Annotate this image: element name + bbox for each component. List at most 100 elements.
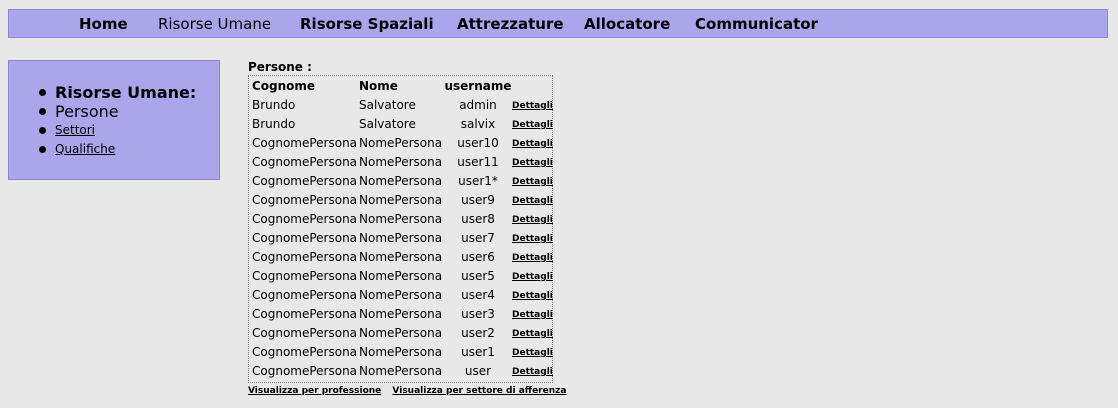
nav-risorse-umane[interactable]: Risorse Umane <box>158 15 271 33</box>
cell-username: user3 <box>461 307 495 321</box>
table-row: Brundo Salvatore admin Dettagli <box>249 96 553 116</box>
detail-link[interactable]: Dettagli <box>512 97 553 116</box>
table-row: CognomePersona NomePersona user8 Dettagli <box>249 210 553 230</box>
detail-link[interactable]: Dettagli <box>512 211 553 230</box>
cell-nome: NomePersona <box>359 307 443 321</box>
link-view-by-profession[interactable]: Visualizza per professione <box>248 386 381 396</box>
sidebar: Risorse Umane: Persone Settori Qualifich… <box>8 60 220 180</box>
detail-link[interactable]: Dettagli <box>512 306 553 325</box>
sidebar-item-persone: Persone <box>39 102 196 121</box>
table-row: CognomePersona NomePersona user9 Dettagli <box>249 191 553 211</box>
cell-nome: NomePersona <box>359 326 443 340</box>
detail-link[interactable]: Dettagli <box>512 192 553 211</box>
bullet-icon <box>39 89 46 96</box>
detail-link[interactable]: Dettagli <box>512 325 553 344</box>
detail-link[interactable]: Dettagli <box>512 116 553 135</box>
cell-username: user1 <box>461 345 495 359</box>
cell-nome: NomePersona <box>359 231 443 245</box>
table-row: CognomePersona NomePersona user10 Dettagli <box>249 134 553 154</box>
detail-link[interactable]: Dettagli <box>512 154 553 173</box>
nav-communicator[interactable]: Communicator <box>695 15 818 33</box>
cell-cognome: CognomePersona <box>252 364 358 378</box>
column-header-nome: Nome <box>359 79 398 93</box>
cell-username: salvix <box>460 117 496 131</box>
cell-username: user9 <box>461 193 495 207</box>
cell-cognome: Brundo <box>252 98 296 112</box>
table-row: CognomePersona NomePersona user4 Dettagli <box>249 286 553 306</box>
sidebar-heading: Risorse Umane: <box>39 83 196 102</box>
bullet-icon <box>39 108 46 115</box>
sidebar-link-qualifiche[interactable]: Qualifiche <box>55 142 115 156</box>
bullet-icon <box>39 127 46 134</box>
cell-cognome: Brundo <box>252 117 296 131</box>
detail-link[interactable]: Dettagli <box>512 249 553 268</box>
nav-risorse-spaziali[interactable]: Risorse Spaziali <box>300 15 434 33</box>
section-title: Persone : <box>248 60 312 74</box>
top-navigation-bar: Home Risorse Umane Risorse Spaziali Attr… <box>8 9 1108 38</box>
cell-cognome: CognomePersona <box>252 231 358 245</box>
cell-nome: Salvatore <box>359 98 416 112</box>
detail-link[interactable]: Dettagli <box>512 268 553 287</box>
table-row: CognomePersona NomePersona user5 Dettagli <box>249 267 553 287</box>
sidebar-item-label: Persone <box>55 102 119 121</box>
cell-username: user5 <box>461 269 495 283</box>
cell-cognome: CognomePersona <box>252 136 358 150</box>
table-row: CognomePersona NomePersona user2 Dettagli <box>249 324 553 344</box>
cell-username: user11 <box>457 155 499 169</box>
column-header-cognome: Cognome <box>252 79 316 93</box>
cell-cognome: CognomePersona <box>252 345 358 359</box>
cell-username: user4 <box>461 288 495 302</box>
table-header-row: Cognome Nome username <box>249 77 552 96</box>
sidebar-link-settori[interactable]: Settori <box>55 123 95 137</box>
cell-username: user1* <box>458 174 498 188</box>
sidebar-item-qualifiche: Qualifiche <box>39 140 196 159</box>
cell-cognome: CognomePersona <box>252 193 358 207</box>
cell-nome: NomePersona <box>359 155 443 169</box>
cell-cognome: CognomePersona <box>252 307 358 321</box>
cell-nome: NomePersona <box>359 174 443 188</box>
table-row: CognomePersona NomePersona user1 Dettagli <box>249 343 553 363</box>
link-view-by-sector[interactable]: Visualizza per settore di afferenza <box>392 386 566 396</box>
cell-username: admin <box>459 98 497 112</box>
detail-link[interactable]: Dettagli <box>512 230 553 249</box>
cell-nome: NomePersona <box>359 136 443 150</box>
detail-link[interactable]: Dettagli <box>512 135 553 154</box>
sidebar-list: Risorse Umane: Persone Settori Qualifich… <box>39 83 196 159</box>
footer-links: Visualizza per professione Visualizza pe… <box>248 386 574 396</box>
cell-username: user6 <box>461 250 495 264</box>
cell-nome: NomePersona <box>359 250 443 264</box>
cell-nome: NomePersona <box>359 345 443 359</box>
table-row: CognomePersona NomePersona user1* Dettagli <box>249 172 553 192</box>
detail-link[interactable]: Dettagli <box>512 344 553 363</box>
detail-link[interactable]: Dettagli <box>512 173 553 192</box>
cell-cognome: CognomePersona <box>252 155 358 169</box>
nav-allocatore[interactable]: Allocatore <box>584 15 670 33</box>
detail-link[interactable]: Dettagli <box>512 363 553 382</box>
cell-username: user8 <box>461 212 495 226</box>
bullet-icon <box>39 146 46 153</box>
table-row: CognomePersona NomePersona user11 Dettagli <box>249 153 553 173</box>
cell-cognome: CognomePersona <box>252 269 358 283</box>
cell-nome: NomePersona <box>359 364 443 378</box>
cell-username: user10 <box>457 136 499 150</box>
table-row: CognomePersona NomePersona user3 Dettagli <box>249 305 553 325</box>
cell-nome: NomePersona <box>359 288 443 302</box>
cell-username: user7 <box>461 231 495 245</box>
table-row: CognomePersona NomePersona user Dettagli <box>249 362 553 382</box>
column-header-username: username <box>444 79 512 93</box>
table-row: Brundo Salvatore salvix Dettagli <box>249 115 553 135</box>
cell-nome: NomePersona <box>359 193 443 207</box>
persone-table: Cognome Nome username Brundo Salvatore adm… <box>248 75 553 383</box>
table-row: CognomePersona NomePersona user6 Dettagli <box>249 248 553 268</box>
cell-cognome: CognomePersona <box>252 326 358 340</box>
cell-username: user <box>464 364 492 378</box>
cell-cognome: CognomePersona <box>252 212 358 226</box>
cell-cognome: CognomePersona <box>252 288 358 302</box>
cell-nome: Salvatore <box>359 117 416 131</box>
cell-username: user2 <box>461 326 495 340</box>
table-row: CognomePersona NomePersona user7 Dettagli <box>249 229 553 249</box>
sidebar-item-settori: Settori <box>39 121 196 140</box>
detail-link[interactable]: Dettagli <box>512 287 553 306</box>
nav-home[interactable]: Home <box>79 15 128 33</box>
nav-attrezzature[interactable]: Attrezzature <box>457 15 564 33</box>
